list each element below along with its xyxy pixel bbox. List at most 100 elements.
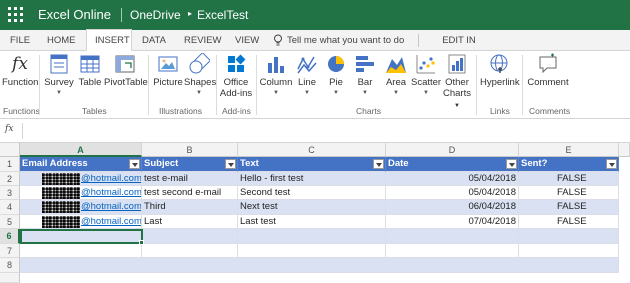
cell-d4[interactable]: 06/04/2018 [386, 200, 519, 215]
header-cell-subject[interactable]: Subject [142, 157, 238, 172]
formula-bar: fx [0, 119, 630, 143]
row-header-6[interactable]: 6 [0, 229, 20, 244]
cell-d3[interactable]: 05/04/2018 [386, 186, 519, 200]
hyperlink-button[interactable]: Hyperlink [480, 53, 520, 88]
tab-review[interactable]: REVIEW [176, 30, 224, 51]
cell-d2[interactable]: 05/04/2018 [386, 172, 519, 186]
picture-button[interactable]: Picture [152, 53, 184, 88]
comment-button[interactable]: Comment [526, 53, 570, 88]
row-header-8[interactable]: 8 [0, 258, 20, 273]
column-header-a[interactable]: A [20, 143, 142, 157]
breadcrumb-onedrive[interactable]: OneDrive [130, 8, 181, 22]
column-chart-button[interactable]: Column ▼ [259, 53, 293, 99]
cell-d6[interactable] [386, 229, 519, 244]
tell-me-search[interactable]: Tell me what you want to do [287, 30, 404, 51]
select-all-corner[interactable] [0, 143, 20, 157]
tab-data[interactable]: DATA [134, 30, 172, 51]
cell-a2[interactable]: @hotmail.com [20, 172, 142, 186]
header-cell-text[interactable]: Text [238, 157, 386, 172]
app-launcher-icon[interactable] [8, 7, 24, 23]
cell-e6[interactable] [519, 229, 619, 244]
email-link[interactable]: @hotmail.com [81, 172, 141, 185]
cell-c7[interactable] [238, 244, 386, 258]
tab-divider [418, 34, 419, 47]
cell-c3[interactable]: Second test [238, 186, 386, 200]
other-charts-button[interactable]: Other Charts ▼ [442, 53, 472, 112]
filter-dropdown-icon[interactable] [225, 159, 236, 169]
cell-a5[interactable]: @hotmail.com [20, 215, 142, 229]
bar-chart-button[interactable]: Bar ▼ [352, 53, 378, 99]
cell-b3[interactable]: test second e-mail [142, 186, 238, 200]
row-header-3[interactable]: 3 [0, 186, 20, 200]
cell-e2[interactable]: FALSE [519, 172, 619, 186]
shapes-icon [189, 53, 210, 74]
pie-chart-button[interactable]: Pie ▼ [323, 53, 349, 99]
column-header-b[interactable]: B [142, 143, 238, 157]
email-link[interactable]: @hotmail.com [81, 186, 141, 199]
cell-b2[interactable]: test e-mail [142, 172, 238, 186]
shapes-button[interactable]: Shapes ▼ [184, 53, 216, 99]
column-header-d[interactable]: D [386, 143, 519, 157]
cell-e4[interactable]: FALSE [519, 200, 619, 215]
header-cell-sent[interactable]: Sent? [519, 157, 619, 172]
cell-d5[interactable]: 07/04/2018 [386, 215, 519, 229]
cell-c4[interactable]: Next test [238, 200, 386, 215]
survey-button[interactable]: Survey ▼ [42, 53, 76, 99]
fill-handle[interactable] [139, 240, 144, 245]
cell-b7[interactable] [142, 244, 238, 258]
filter-dropdown-icon[interactable] [606, 159, 617, 169]
app-name[interactable]: Excel Online [38, 7, 111, 22]
office-addins-button[interactable]: Office Add-ins [219, 53, 253, 99]
group-divider [256, 55, 257, 115]
cell-a7[interactable] [20, 244, 142, 258]
formula-input[interactable] [22, 123, 626, 139]
office-label: Office [223, 77, 249, 88]
cell-e5[interactable]: FALSE [519, 215, 619, 229]
line-chart-button[interactable]: Line ▼ [294, 53, 320, 99]
fx-icon[interactable]: fx [5, 124, 13, 134]
column-header-f[interactable] [619, 143, 630, 157]
area-chart-button[interactable]: Area ▼ [382, 53, 410, 99]
line-label: Line [298, 77, 316, 88]
tab-file[interactable]: FILE [2, 30, 32, 51]
email-link[interactable]: @hotmail.com [81, 215, 141, 228]
filter-dropdown-icon[interactable] [373, 159, 384, 169]
breadcrumb-file[interactable]: ExcelTest [197, 8, 248, 22]
row-header-4[interactable]: 4 [0, 200, 20, 215]
header-cell-email[interactable]: Email Address [20, 157, 142, 172]
pivottable-button[interactable]: PivotTable [104, 53, 148, 88]
function-button[interactable]: fx Function [2, 53, 38, 88]
edit-in-excel-button[interactable]: EDIT IN EXCEL [424, 30, 494, 67]
cell-a4[interactable]: @hotmail.com [20, 200, 142, 215]
row-header-7[interactable]: 7 [0, 244, 20, 258]
cell-c6[interactable] [238, 229, 386, 244]
comment-icon [539, 53, 557, 74]
cell-b5[interactable]: Last [142, 215, 238, 229]
column-header-e[interactable]: E [519, 143, 619, 157]
cell-a3[interactable]: @hotmail.com [20, 186, 142, 200]
tab-view[interactable]: VIEW [227, 30, 263, 51]
filter-dropdown-icon[interactable] [506, 159, 517, 169]
row-8-band[interactable] [20, 258, 619, 273]
cell-c2[interactable]: Hello - first test [238, 172, 386, 186]
cell-e7[interactable] [519, 244, 619, 258]
cell-b6[interactable] [142, 229, 238, 244]
row-header-5[interactable]: 5 [0, 215, 20, 229]
cell-b4[interactable]: Third [142, 200, 238, 215]
filter-dropdown-icon[interactable] [129, 159, 140, 169]
row-header-2[interactable]: 2 [0, 172, 20, 186]
table-button[interactable]: Table [77, 53, 103, 88]
tab-home[interactable]: HOME [39, 30, 83, 51]
cell-c5[interactable]: Last test [238, 215, 386, 229]
cell-e3[interactable]: FALSE [519, 186, 619, 200]
pivottable-icon [115, 55, 135, 73]
row-header-9[interactable] [0, 273, 20, 283]
column-header-c[interactable]: C [238, 143, 386, 157]
row-header-1[interactable]: 1 [0, 157, 20, 172]
tab-insert[interactable]: INSERT [86, 29, 132, 51]
cell-d7[interactable] [386, 244, 519, 258]
header-cell-date[interactable]: Date [386, 157, 519, 172]
scatter-chart-button[interactable]: Scatter ▼ [411, 53, 441, 99]
email-link[interactable]: @hotmail.com [81, 200, 141, 214]
area-dropdown-icon: ▼ [393, 90, 399, 96]
